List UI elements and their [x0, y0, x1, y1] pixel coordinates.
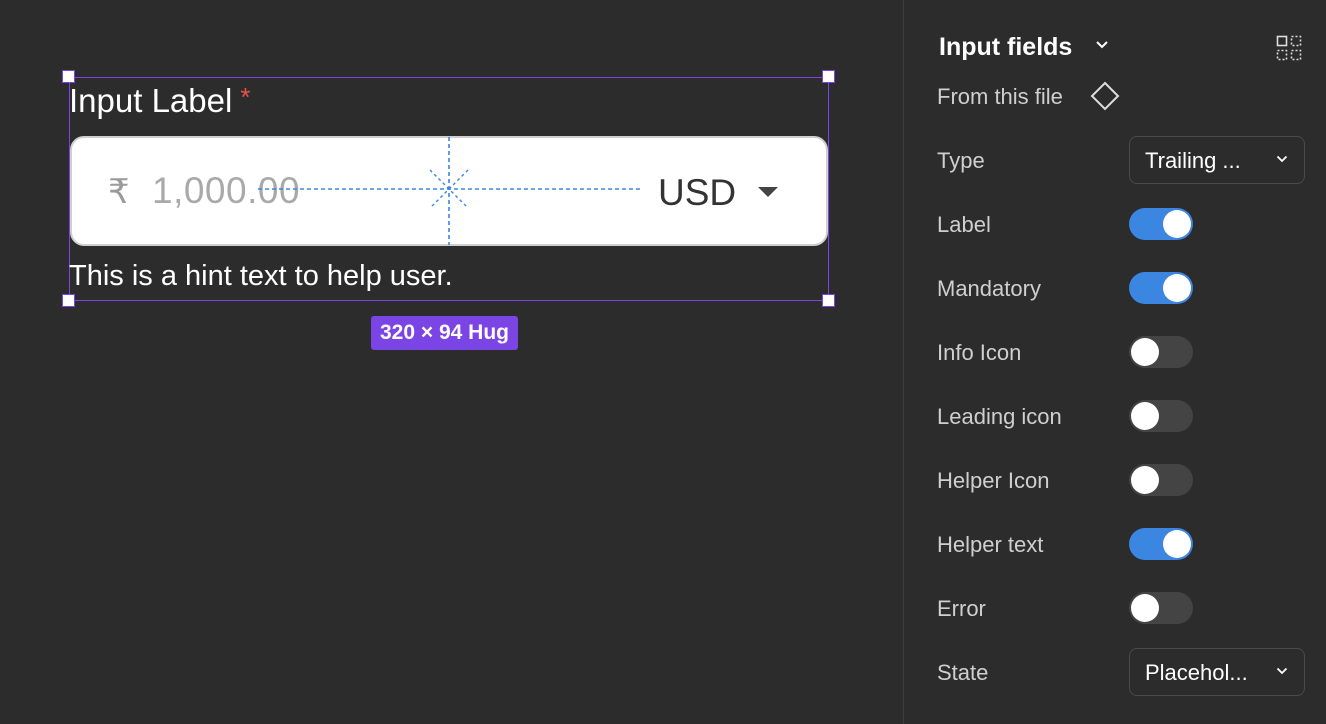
- toggle-knob: [1163, 530, 1191, 558]
- resize-handle-top-right[interactable]: [822, 70, 835, 83]
- currency-code: USD: [658, 172, 737, 213]
- leading-icon-toggle[interactable]: [1129, 400, 1193, 432]
- mandatory-toggle[interactable]: [1129, 272, 1193, 304]
- resize-handle-bottom-right[interactable]: [822, 294, 835, 307]
- info-icon-label: Info Icon: [937, 340, 1022, 365]
- label-toggle[interactable]: [1129, 208, 1193, 240]
- error-label: Error: [937, 596, 986, 621]
- caret-down-icon: [758, 187, 778, 197]
- component-title[interactable]: Input fields: [939, 33, 1072, 62]
- required-asterisk: *: [240, 82, 251, 112]
- helper-hint-text: This is a hint text to help user.: [69, 260, 453, 292]
- component-input-label: Input Label *: [69, 82, 250, 120]
- design-canvas[interactable]: Input Label * ₹ 1,000.00 USD This is a hi…: [0, 0, 903, 724]
- error-toggle[interactable]: [1129, 592, 1193, 624]
- chevron-down-icon: [1276, 155, 1288, 163]
- helper-text-label: Helper text: [937, 532, 1044, 557]
- toggle-knob: [1131, 594, 1159, 622]
- chevron-down-icon: [1276, 667, 1288, 675]
- resize-handle-bottom-left[interactable]: [62, 294, 75, 307]
- state-label: State: [937, 660, 989, 685]
- type-dropdown[interactable]: Trailing ...: [1129, 136, 1305, 184]
- dimension-badge: 320 × 94 Hug: [371, 316, 518, 350]
- component-diamond-icon[interactable]: [1089, 80, 1121, 112]
- state-dropdown[interactable]: Placehol...: [1129, 648, 1305, 696]
- properties-panel: Input fields From this file Type Trailin…: [903, 0, 1326, 724]
- helper-icon-label: Helper Icon: [937, 468, 1050, 493]
- toggle-knob: [1131, 402, 1159, 430]
- amount-placeholder: 1,000.00: [152, 170, 301, 211]
- type-label: Type: [937, 148, 985, 173]
- component-source: From this file: [937, 84, 1063, 109]
- helper-text-toggle[interactable]: [1129, 528, 1193, 560]
- currency-symbol: ₹: [108, 173, 130, 211]
- leading-icon-label: Leading icon: [937, 404, 1062, 429]
- input-label-text: Input Label: [69, 82, 233, 119]
- instance-grid-icon[interactable]: [1276, 35, 1302, 61]
- chevron-down-icon[interactable]: [1095, 40, 1109, 50]
- info-icon-toggle[interactable]: [1129, 336, 1193, 368]
- label-label: Label: [937, 212, 991, 237]
- helper-icon-toggle[interactable]: [1129, 464, 1193, 496]
- toggle-knob: [1163, 274, 1191, 302]
- toggle-knob: [1163, 210, 1191, 238]
- state-dropdown-value: Placehol...: [1145, 660, 1248, 685]
- type-dropdown-value: Trailing ...: [1145, 148, 1241, 173]
- toggle-knob: [1131, 466, 1159, 494]
- toggle-knob: [1131, 338, 1159, 366]
- mandatory-label: Mandatory: [937, 276, 1041, 301]
